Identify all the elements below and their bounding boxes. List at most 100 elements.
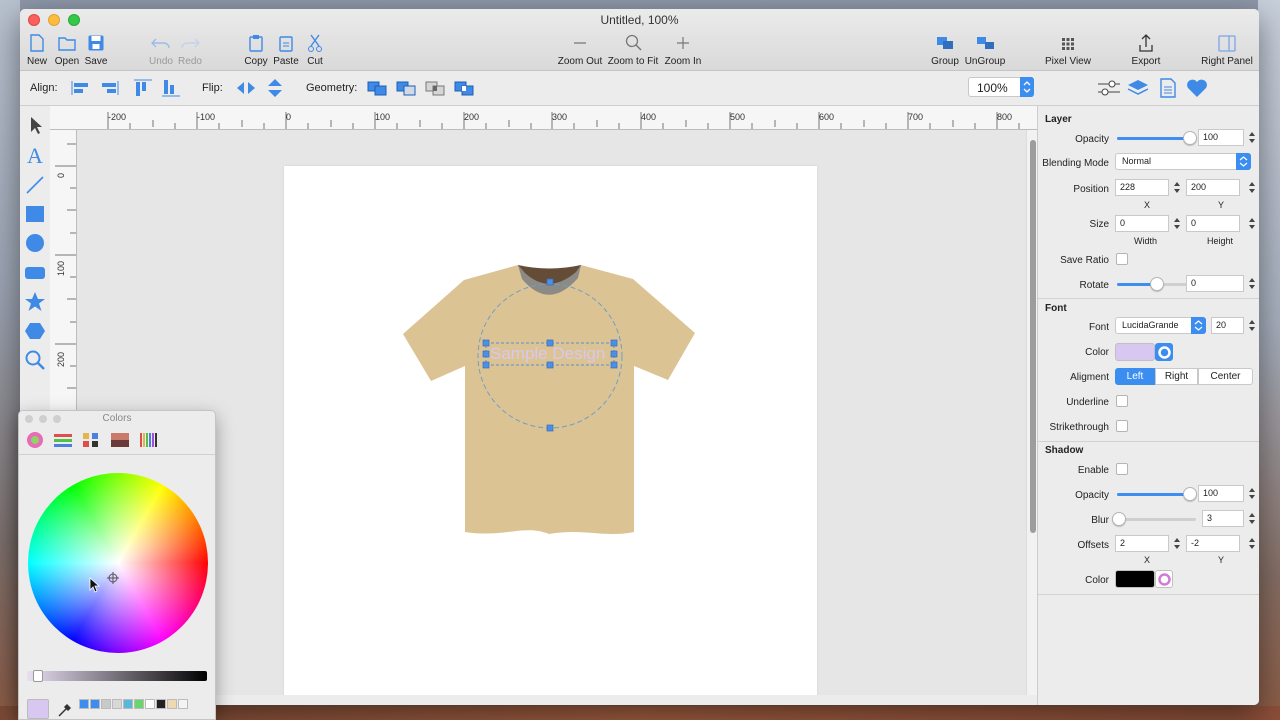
- shadow-opacity-stepper[interactable]: [1247, 485, 1256, 502]
- geometry-union-icon[interactable]: [366, 78, 390, 98]
- zoom-stepper[interactable]: [1020, 77, 1034, 97]
- shadow-offset-y-stepper[interactable]: [1247, 535, 1256, 552]
- shadow-color-swatch[interactable]: [1115, 570, 1155, 588]
- eyedropper-icon[interactable]: [57, 702, 71, 718]
- align-bottom-icon[interactable]: [159, 78, 183, 98]
- saved-color-swatch[interactable]: [156, 699, 166, 709]
- shadow-offset-x-stepper[interactable]: [1172, 535, 1181, 552]
- shadow-opacity-field[interactable]: 100: [1198, 485, 1244, 502]
- shadow-offset-x-field[interactable]: 2: [1115, 535, 1169, 552]
- saved-color-swatch[interactable]: [112, 699, 122, 709]
- position-x-stepper[interactable]: [1172, 179, 1181, 196]
- rotate-slider[interactable]: [1117, 277, 1196, 291]
- color-wheel-tab-icon[interactable]: [25, 431, 45, 449]
- ungroup-button[interactable]: UnGroup: [955, 33, 1015, 67]
- geometry-subtract-icon[interactable]: [395, 78, 419, 98]
- position-y-field[interactable]: 200: [1186, 179, 1240, 196]
- opacity-slider-knob[interactable]: [1183, 131, 1197, 145]
- color-wheel[interactable]: [28, 473, 208, 653]
- saved-color-swatch[interactable]: [79, 699, 89, 709]
- width-stepper[interactable]: [1172, 215, 1181, 232]
- saved-color-swatch[interactable]: [167, 699, 177, 709]
- pencils-tab-icon[interactable]: [139, 431, 159, 449]
- saved-color-swatch[interactable]: [101, 699, 111, 709]
- height-field[interactable]: 0: [1186, 215, 1240, 232]
- flip-horizontal-icon[interactable]: [234, 78, 258, 98]
- export-button[interactable]: Export: [1116, 33, 1176, 67]
- saved-color-swatch[interactable]: [134, 699, 144, 709]
- polygon-tool-icon[interactable]: [24, 320, 46, 342]
- align-right-icon[interactable]: [97, 78, 121, 98]
- saved-color-swatch[interactable]: [90, 699, 100, 709]
- image-palettes-tab-icon[interactable]: [110, 431, 130, 449]
- design-text[interactable]: Sample Design: [490, 344, 610, 364]
- zoom-tool-icon[interactable]: [24, 349, 46, 371]
- align-right-segment[interactable]: Right: [1155, 368, 1198, 385]
- rectangle-tool-icon[interactable]: [24, 203, 46, 225]
- shadow-color-picker-button[interactable]: [1155, 570, 1173, 588]
- save-button[interactable]: Save: [66, 33, 126, 67]
- flip-vertical-icon[interactable]: [263, 78, 287, 98]
- font-select[interactable]: LucidaGrande: [1115, 317, 1206, 334]
- opacity-slider[interactable]: [1117, 131, 1197, 145]
- rotate-field[interactable]: 0: [1186, 275, 1244, 292]
- rotate-slider-knob[interactable]: [1149, 277, 1164, 291]
- saved-color-swatch[interactable]: [178, 699, 188, 709]
- heart-icon[interactable]: [1185, 78, 1209, 98]
- save-ratio-checkbox[interactable]: [1116, 253, 1128, 265]
- align-left-icon[interactable]: [69, 78, 93, 98]
- position-y-stepper[interactable]: [1247, 179, 1256, 196]
- font-color-swatch[interactable]: [1115, 343, 1155, 361]
- cut-button[interactable]: Cut: [285, 33, 345, 67]
- shadow-opacity-slider[interactable]: [1117, 487, 1197, 501]
- canvas-area[interactable]: Sample Design: [77, 130, 1026, 695]
- layers-icon[interactable]: [1126, 78, 1150, 98]
- shadow-opacity-slider-knob[interactable]: [1183, 487, 1197, 501]
- opacity-field[interactable]: 100: [1198, 129, 1244, 146]
- pixel-view-button[interactable]: Pixel View: [1038, 33, 1098, 67]
- document-icon[interactable]: [1156, 78, 1180, 98]
- text-tool-icon[interactable]: A: [24, 144, 46, 166]
- font-size-field[interactable]: 20: [1211, 317, 1244, 334]
- colors-minimize-button[interactable]: [39, 415, 47, 423]
- opacity-stepper[interactable]: [1247, 129, 1256, 146]
- adjustments-icon[interactable]: [1096, 78, 1120, 98]
- height-stepper[interactable]: [1247, 215, 1256, 232]
- sliders-tab-icon[interactable]: [53, 431, 73, 449]
- position-x-field[interactable]: 228: [1115, 179, 1169, 196]
- line-tool-icon[interactable]: [24, 174, 46, 196]
- colors-close-button[interactable]: [25, 415, 33, 423]
- star-tool-icon[interactable]: [24, 291, 46, 313]
- shadow-offset-y-field[interactable]: -2: [1186, 535, 1240, 552]
- ellipse-tool-icon[interactable]: [24, 232, 46, 254]
- brightness-slider-knob[interactable]: [33, 670, 43, 682]
- rounded-rectangle-tool-icon[interactable]: [24, 262, 46, 284]
- saved-color-swatch[interactable]: [145, 699, 155, 709]
- rotate-stepper[interactable]: [1247, 275, 1256, 292]
- pointer-tool-icon[interactable]: [24, 114, 46, 136]
- font-size-stepper[interactable]: [1247, 317, 1256, 334]
- current-color-swatch[interactable]: [27, 699, 49, 719]
- zoom-out-button[interactable]: Zoom Out: [550, 33, 610, 67]
- brightness-slider[interactable]: [27, 670, 207, 682]
- colors-zoom-button[interactable]: [53, 415, 61, 423]
- saved-color-swatch[interactable]: [123, 699, 133, 709]
- right-panel-button[interactable]: Right Panel: [1197, 33, 1257, 67]
- shadow-blur-slider-knob[interactable]: [1112, 512, 1127, 526]
- palettes-tab-icon[interactable]: [81, 431, 101, 449]
- align-left-segment[interactable]: Left: [1115, 368, 1155, 385]
- zoom-in-button[interactable]: Zoom In: [653, 33, 713, 67]
- strikethrough-checkbox[interactable]: [1116, 420, 1128, 432]
- geometry-intersect-icon[interactable]: [424, 78, 448, 98]
- font-color-picker-button[interactable]: [1155, 343, 1173, 361]
- align-top-icon[interactable]: [131, 78, 155, 98]
- shadow-blur-field[interactable]: 3: [1202, 510, 1244, 527]
- width-field[interactable]: 0: [1115, 215, 1169, 232]
- design-page[interactable]: Sample Design: [284, 166, 817, 695]
- shadow-blur-stepper[interactable]: [1247, 510, 1256, 527]
- shadow-enable-checkbox[interactable]: [1116, 463, 1128, 475]
- align-center-segment[interactable]: Center: [1198, 368, 1253, 385]
- geometry-exclude-icon[interactable]: [453, 78, 477, 98]
- shadow-blur-slider[interactable]: [1112, 512, 1196, 526]
- redo-button[interactable]: Redo: [160, 33, 220, 67]
